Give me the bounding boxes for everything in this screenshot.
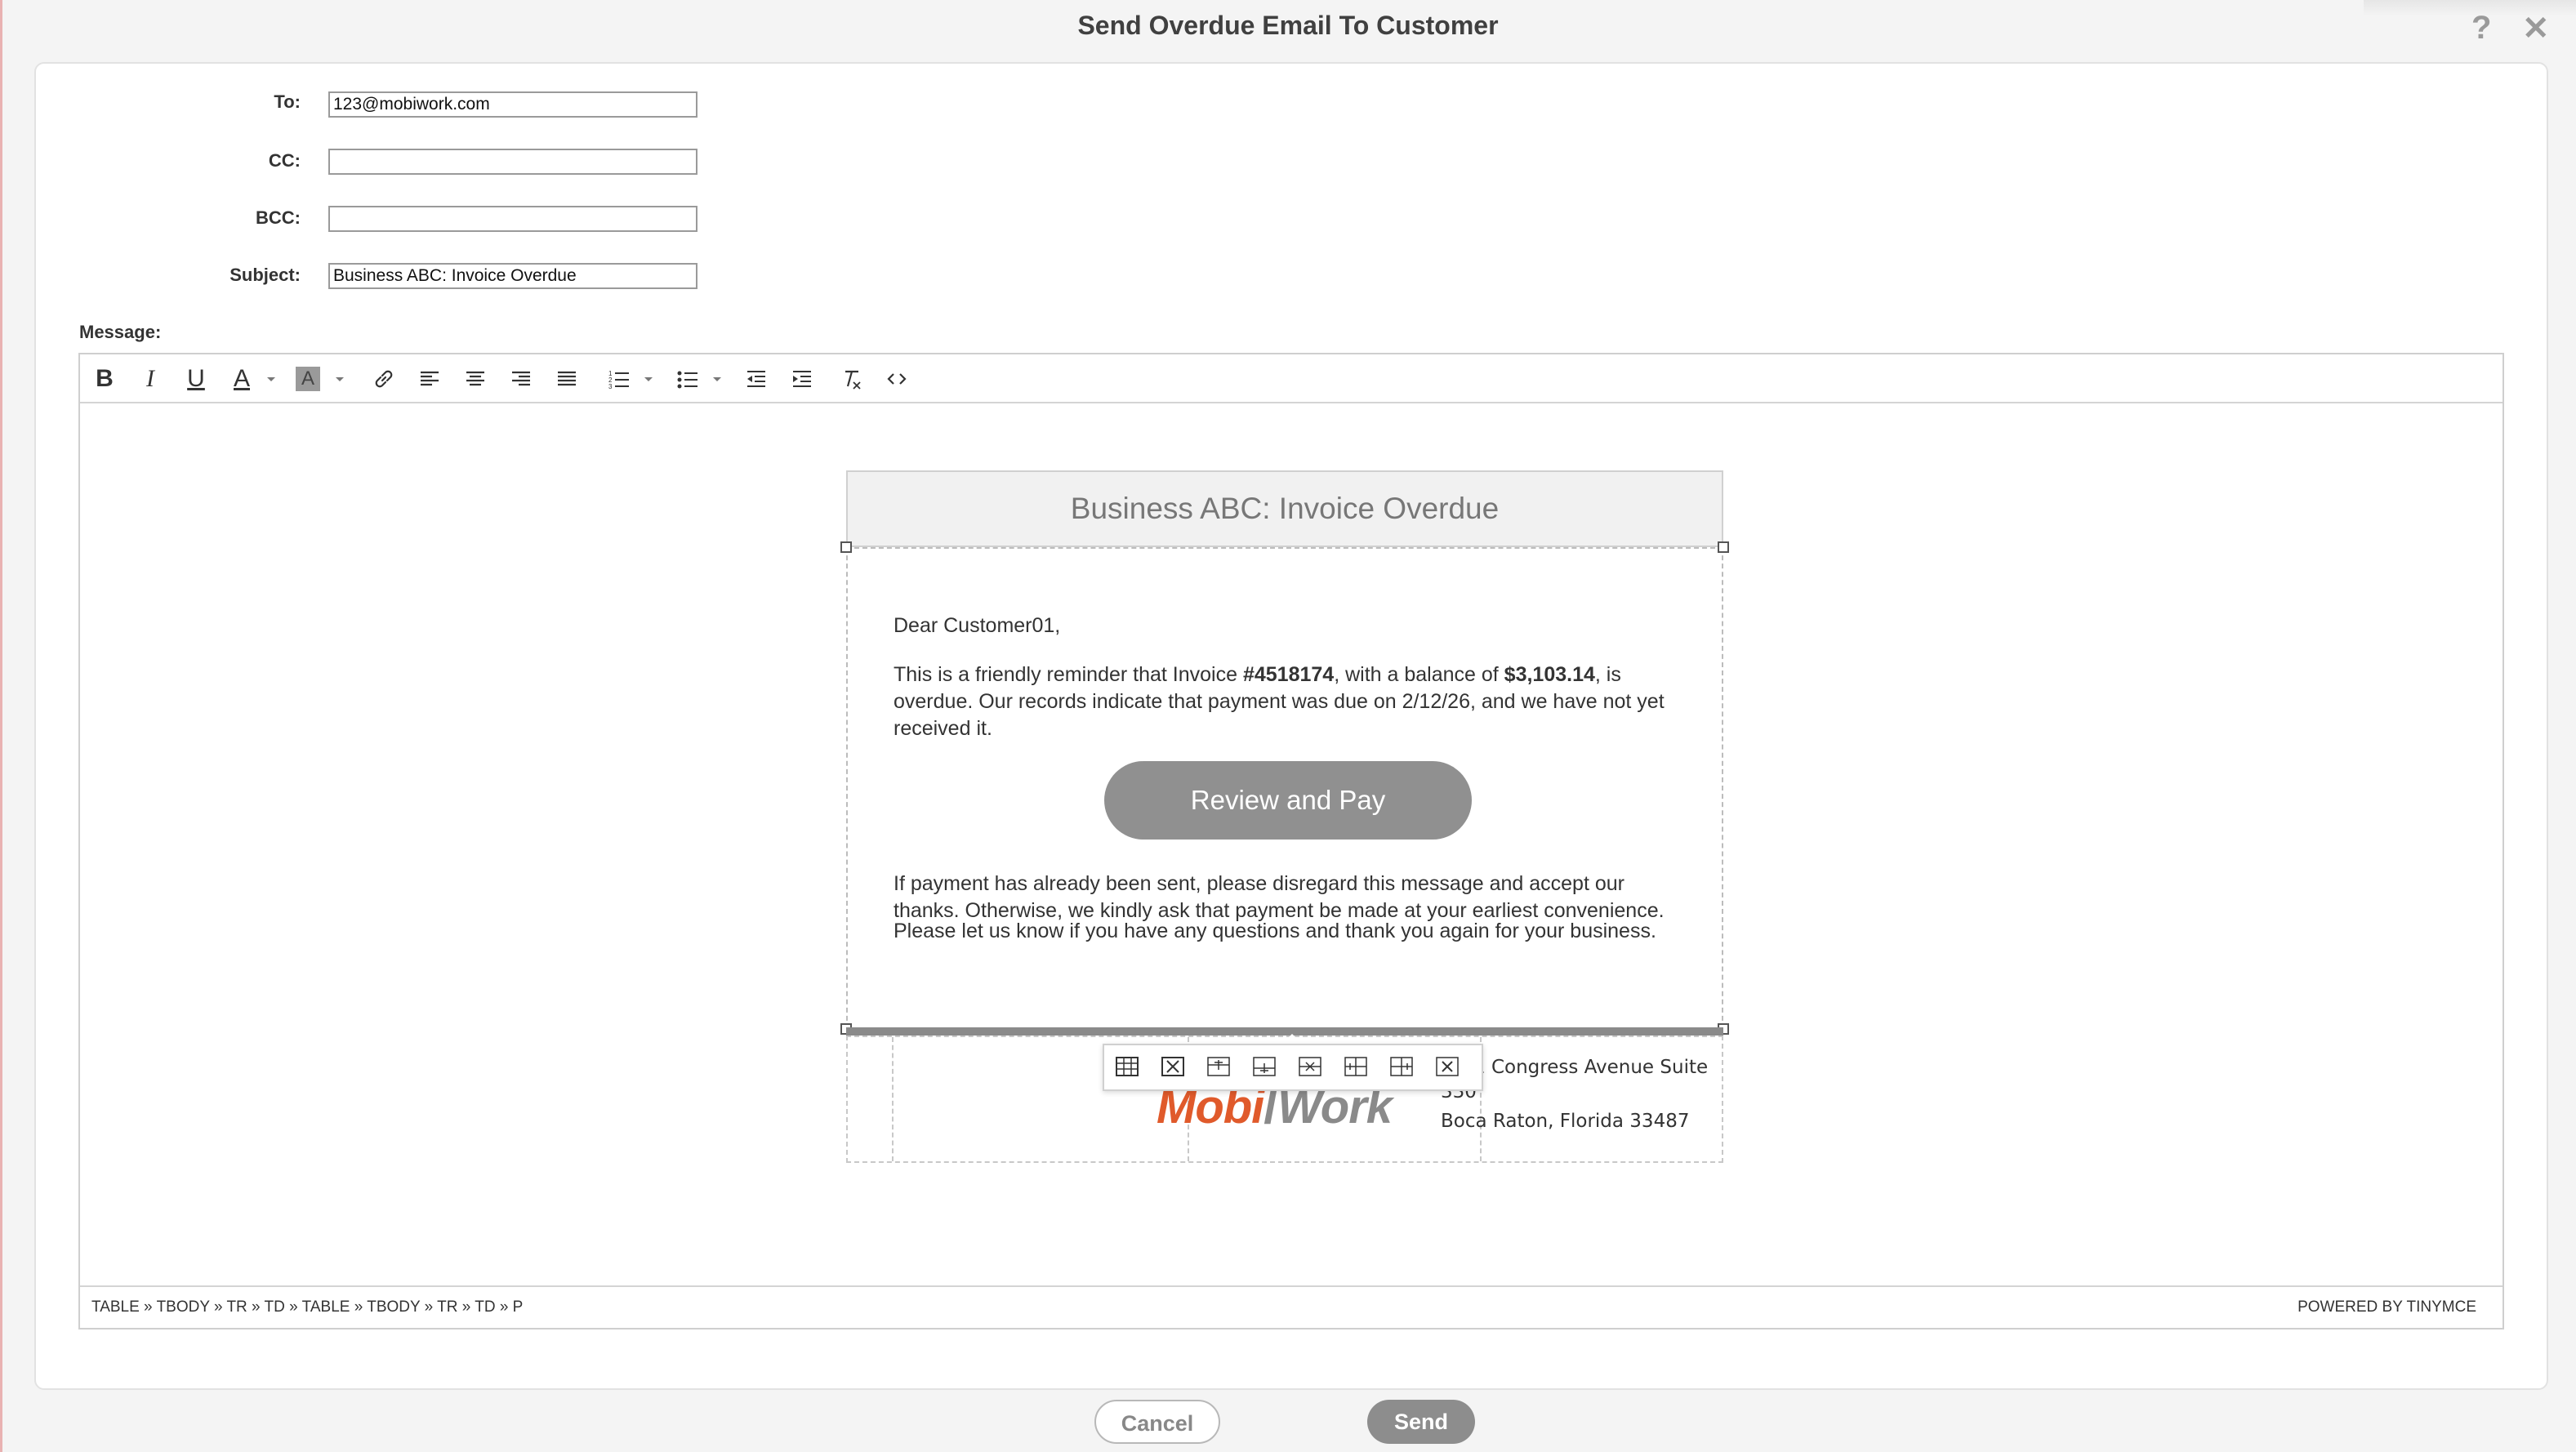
bold-icon[interactable]: B — [90, 365, 119, 392]
table-toolbar — [1103, 1044, 1483, 1091]
close-icon[interactable]: ✕ — [2522, 10, 2550, 47]
invoice-number: #4518174 — [1242, 663, 1335, 686]
outdent-icon[interactable] — [742, 366, 771, 392]
resize-handle-top-right[interactable] — [1718, 541, 1729, 553]
text-color-dropdown-icon[interactable] — [265, 372, 278, 385]
cc-field[interactable] — [328, 149, 697, 175]
balance-amount: $3,103.14 — [1504, 663, 1595, 686]
bullet-list-icon[interactable] — [673, 366, 702, 392]
insert-row-after-icon[interactable] — [1251, 1055, 1277, 1078]
svg-text:3: 3 — [608, 383, 613, 390]
align-right-icon[interactable] — [506, 366, 536, 392]
bcc-field[interactable] — [328, 206, 697, 232]
editor-toolbar: B I U A A 123 — [80, 354, 2502, 403]
element-path[interactable]: TABLE » TBODY » TR » TD » TABLE » TBODY … — [91, 1298, 523, 1316]
clear-formatting-icon[interactable] — [836, 366, 866, 392]
subject-label: Subject: — [230, 265, 301, 285]
message-editor[interactable]: B I U A A 123 Business ABC: Invoice Over… — [78, 353, 2504, 1330]
subject-field[interactable] — [328, 263, 697, 289]
disregard-paragraph: If payment has already been sent, please… — [894, 872, 1665, 922]
greeting-text: Dear Customer01, — [894, 614, 1061, 637]
link-icon[interactable] — [369, 366, 399, 392]
editor-statusbar: TABLE » TBODY » TR » TD » TABLE » TBODY … — [80, 1285, 2502, 1328]
bullet-list-dropdown-icon[interactable] — [711, 372, 724, 385]
text-color-icon[interactable]: A — [227, 365, 256, 392]
italic-icon[interactable]: I — [136, 365, 165, 392]
window-edge — [0, 0, 2, 1452]
table-properties-icon[interactable] — [1114, 1055, 1140, 1078]
cancel-button[interactable]: Cancel — [1094, 1400, 1220, 1444]
resize-handle-top-left[interactable] — [840, 541, 852, 553]
reminder-paragraph: This is a friendly reminder that Invoice… — [894, 663, 1665, 740]
address-line-1: 1 Congress Avenue Suite — [1473, 1057, 1709, 1078]
insert-column-after-icon[interactable] — [1388, 1055, 1415, 1078]
align-center-icon[interactable] — [461, 366, 490, 392]
numbered-list-dropdown-icon[interactable] — [642, 372, 655, 385]
footer-cell — [848, 1037, 894, 1161]
table-toolbar-arrow — [1282, 1034, 1302, 1044]
background-color-icon[interactable]: A — [296, 367, 320, 391]
to-label: To: — [274, 91, 301, 112]
question-mark-icon[interactable]: ? — [2471, 10, 2491, 47]
underline-icon[interactable]: U — [181, 365, 211, 392]
to-field[interactable] — [328, 91, 697, 118]
delete-column-icon[interactable] — [1434, 1055, 1460, 1078]
background-color-dropdown-icon[interactable] — [333, 372, 346, 385]
numbered-list-icon[interactable]: 123 — [604, 366, 634, 392]
thanks-paragraph: Please let us know if you have any quest… — [894, 920, 1656, 942]
source-code-icon[interactable] — [882, 366, 911, 392]
delete-table-icon[interactable] — [1160, 1055, 1186, 1078]
insert-column-before-icon[interactable] — [1343, 1055, 1369, 1078]
send-button[interactable]: Send — [1367, 1400, 1475, 1444]
email-body[interactable]: Dear Customer01, This is a friendly remi… — [846, 547, 1723, 1029]
insert-row-before-icon[interactable] — [1206, 1055, 1232, 1078]
email-header: Business ABC: Invoice Overdue — [846, 470, 1723, 547]
bcc-label: BCC: — [256, 207, 301, 228]
indent-icon[interactable] — [787, 366, 817, 392]
dialog-title: Send Overdue Email To Customer — [1077, 11, 1499, 40]
cc-label: CC: — [268, 150, 301, 171]
message-label: Message: — [79, 322, 162, 342]
address-line-3: Boca Raton, Florida 33487 — [1441, 1111, 1690, 1132]
review-and-pay-button[interactable]: Review and Pay — [1104, 761, 1472, 840]
justify-icon[interactable] — [552, 366, 582, 392]
delete-row-icon[interactable] — [1297, 1055, 1323, 1078]
align-left-icon[interactable] — [415, 366, 444, 392]
powered-by-tinymce[interactable]: POWERED BY TINYMCE — [2297, 1298, 2476, 1316]
